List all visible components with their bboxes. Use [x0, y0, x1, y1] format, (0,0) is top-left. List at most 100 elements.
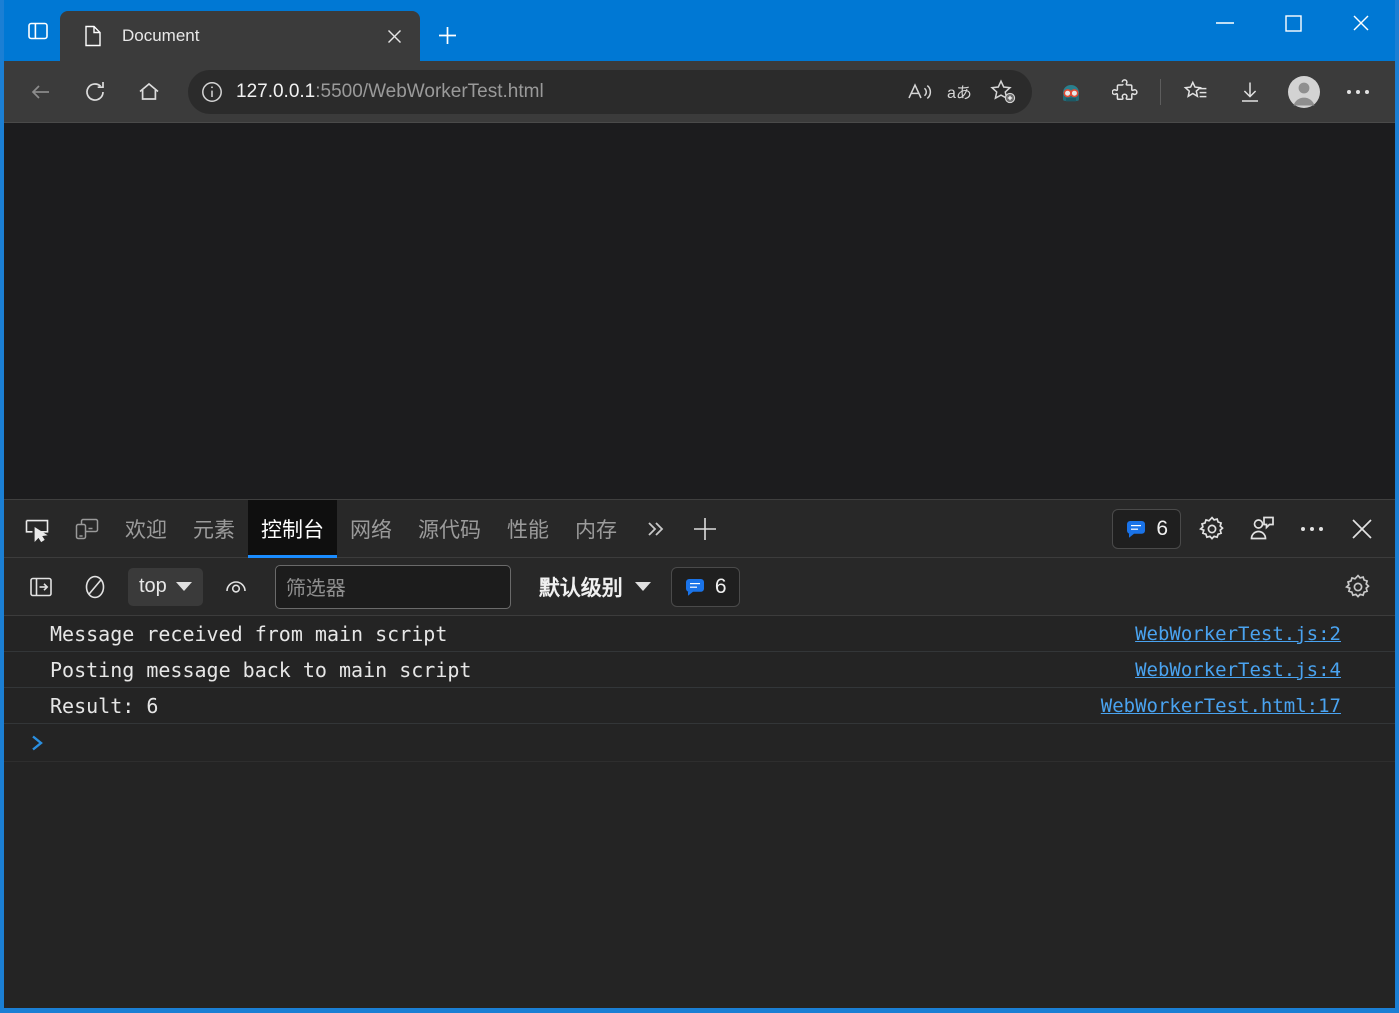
console-settings-button[interactable] [1337, 566, 1379, 608]
page-icon [82, 25, 104, 47]
plus-icon [438, 26, 456, 44]
clear-console-button[interactable] [74, 566, 116, 608]
devtools-tab-sources[interactable]: 源代码 [405, 500, 494, 558]
devtools-tab-bar: 欢迎 元素 控制台 网络 源代码 性能 内存 6 [4, 499, 1395, 558]
gear-icon [1345, 573, 1370, 598]
new-tab-button[interactable] [426, 14, 468, 56]
ellipsis-icon [1301, 526, 1323, 531]
more-tabs-button[interactable] [634, 508, 676, 550]
extensions-button[interactable] [1103, 70, 1147, 114]
downloads-button[interactable] [1228, 70, 1272, 114]
devtools-tab-performance[interactable]: 性能 [494, 500, 562, 558]
devtools-settings-button[interactable] [1191, 508, 1233, 550]
refresh-icon [86, 81, 104, 101]
tab-strip: Document [60, 11, 420, 61]
console-row[interactable]: Posting message back to main script WebW… [4, 652, 1395, 688]
issues-badge[interactable]: 6 [1112, 508, 1181, 549]
collections-icon [1183, 80, 1207, 98]
execution-context-value: top [139, 575, 167, 597]
devtools-tab-label: 内存 [575, 518, 617, 542]
tab-actions-button[interactable] [16, 9, 60, 53]
avatar-icon [1288, 75, 1320, 108]
console-row[interactable]: Message received from main script WebWor… [4, 616, 1395, 652]
devtools-tab-welcome[interactable]: 欢迎 [112, 500, 180, 558]
clear-icon [85, 575, 105, 598]
send-feedback-button[interactable] [1241, 508, 1283, 550]
browser-extension-button[interactable] [1049, 70, 1093, 114]
puzzle-piece-icon [1112, 78, 1138, 100]
console-message-text: Posting message back to main script [50, 657, 472, 682]
devtools-panel: 欢迎 元素 控制台 网络 源代码 性能 内存 6 top 筛选器 默认级别 6 … [4, 499, 1395, 1008]
add-panel-button[interactable] [684, 508, 726, 550]
inspect-icon [25, 519, 49, 542]
read-aloud-button[interactable] [898, 73, 940, 111]
minimize-button[interactable] [1191, 0, 1259, 46]
close-icon [387, 29, 401, 43]
window-controls [1191, 0, 1395, 46]
devtools-tab-label: 控制台 [261, 518, 324, 542]
feedback-icon [1250, 516, 1274, 539]
devtools-tab-label: 欢迎 [125, 518, 167, 542]
collections-button[interactable] [1174, 70, 1218, 114]
maximize-button[interactable] [1259, 0, 1327, 46]
ellipsis-icon [1347, 89, 1369, 94]
console-toolbar: top 筛选器 默认级别 6 [4, 558, 1395, 616]
devtools-tab-label: 网络 [350, 518, 392, 542]
browser-window: Document 127.0.0.1:5500/WebWorkerTest.ht… [0, 0, 1399, 1013]
log-level-value: 默认级别 [538, 576, 623, 600]
minimize-icon [1216, 22, 1234, 24]
devtools-tab-label: 源代码 [418, 518, 481, 542]
log-level-selector[interactable]: 默认级别 [529, 567, 661, 607]
url-host: 127.0.0.1 [236, 80, 316, 102]
gear-icon [1199, 515, 1224, 540]
devtools-tab-memory[interactable]: 内存 [562, 500, 630, 558]
console-filter-placeholder: 筛选器 [285, 578, 346, 600]
chevron-down-icon [634, 582, 651, 591]
site-information-icon[interactable] [194, 74, 230, 110]
execution-context-selector[interactable]: top [128, 567, 203, 606]
devtools-tab-label: 元素 [193, 518, 235, 542]
devtools-tab-console[interactable]: 控制台 [248, 499, 337, 558]
translate-icon: aあ [947, 84, 972, 102]
svg-text:aあ: aあ [947, 84, 972, 102]
home-button[interactable] [127, 70, 171, 114]
devtools-tab-elements[interactable]: 元素 [180, 500, 248, 558]
device-emulation-button[interactable] [66, 508, 108, 550]
console-source-link[interactable]: WebWorkerTest.js:2 [1135, 623, 1341, 645]
close-window-button[interactable] [1327, 0, 1395, 46]
add-favorite-button[interactable] [982, 73, 1024, 111]
address-bar[interactable]: 127.0.0.1:5500/WebWorkerTest.html aあ [188, 69, 1032, 114]
read-aloud-icon [908, 82, 932, 99]
console-input-prompt[interactable] [4, 724, 1395, 762]
issues-count: 6 [1156, 516, 1168, 540]
profile-button[interactable] [1282, 70, 1326, 114]
console-sidebar-toggle-button[interactable] [20, 566, 62, 608]
devtools-tab-network[interactable]: 网络 [337, 500, 405, 558]
back-arrow-icon [31, 84, 49, 99]
chevron-down-icon [175, 582, 192, 591]
console-source-link[interactable]: WebWorkerTest.js:4 [1135, 659, 1341, 681]
translate-button[interactable]: aあ [940, 73, 982, 111]
maximize-icon [1284, 14, 1302, 32]
chevron-double-right-icon [648, 521, 664, 536]
console-issues-badge[interactable]: 6 [670, 566, 740, 607]
console-row[interactable]: Result: 6 WebWorkerTest.html:17 [4, 688, 1395, 724]
console-message-list[interactable]: Message received from main script WebWor… [4, 616, 1395, 1008]
console-filter-input[interactable]: 筛选器 [274, 564, 511, 609]
settings-and-more-button[interactable] [1336, 70, 1380, 114]
browser-tab[interactable]: Document [60, 11, 420, 61]
refresh-button[interactable] [73, 70, 117, 114]
back-button[interactable] [19, 70, 63, 114]
omnibox-actions: aあ [898, 73, 1024, 111]
live-expression-button[interactable] [215, 566, 257, 608]
prompt-chevron-icon [32, 735, 43, 750]
extension-avatar-icon [1063, 84, 1079, 101]
page-viewport[interactable] [4, 123, 1395, 499]
inspect-element-button[interactable] [16, 508, 58, 550]
home-icon [139, 82, 159, 100]
console-empty-area[interactable] [4, 762, 1395, 1008]
close-tab-button[interactable] [380, 22, 408, 50]
close-devtools-button[interactable] [1341, 508, 1383, 550]
console-source-link[interactable]: WebWorkerTest.html:17 [1101, 695, 1341, 717]
devtools-more-options-button[interactable] [1291, 508, 1333, 550]
